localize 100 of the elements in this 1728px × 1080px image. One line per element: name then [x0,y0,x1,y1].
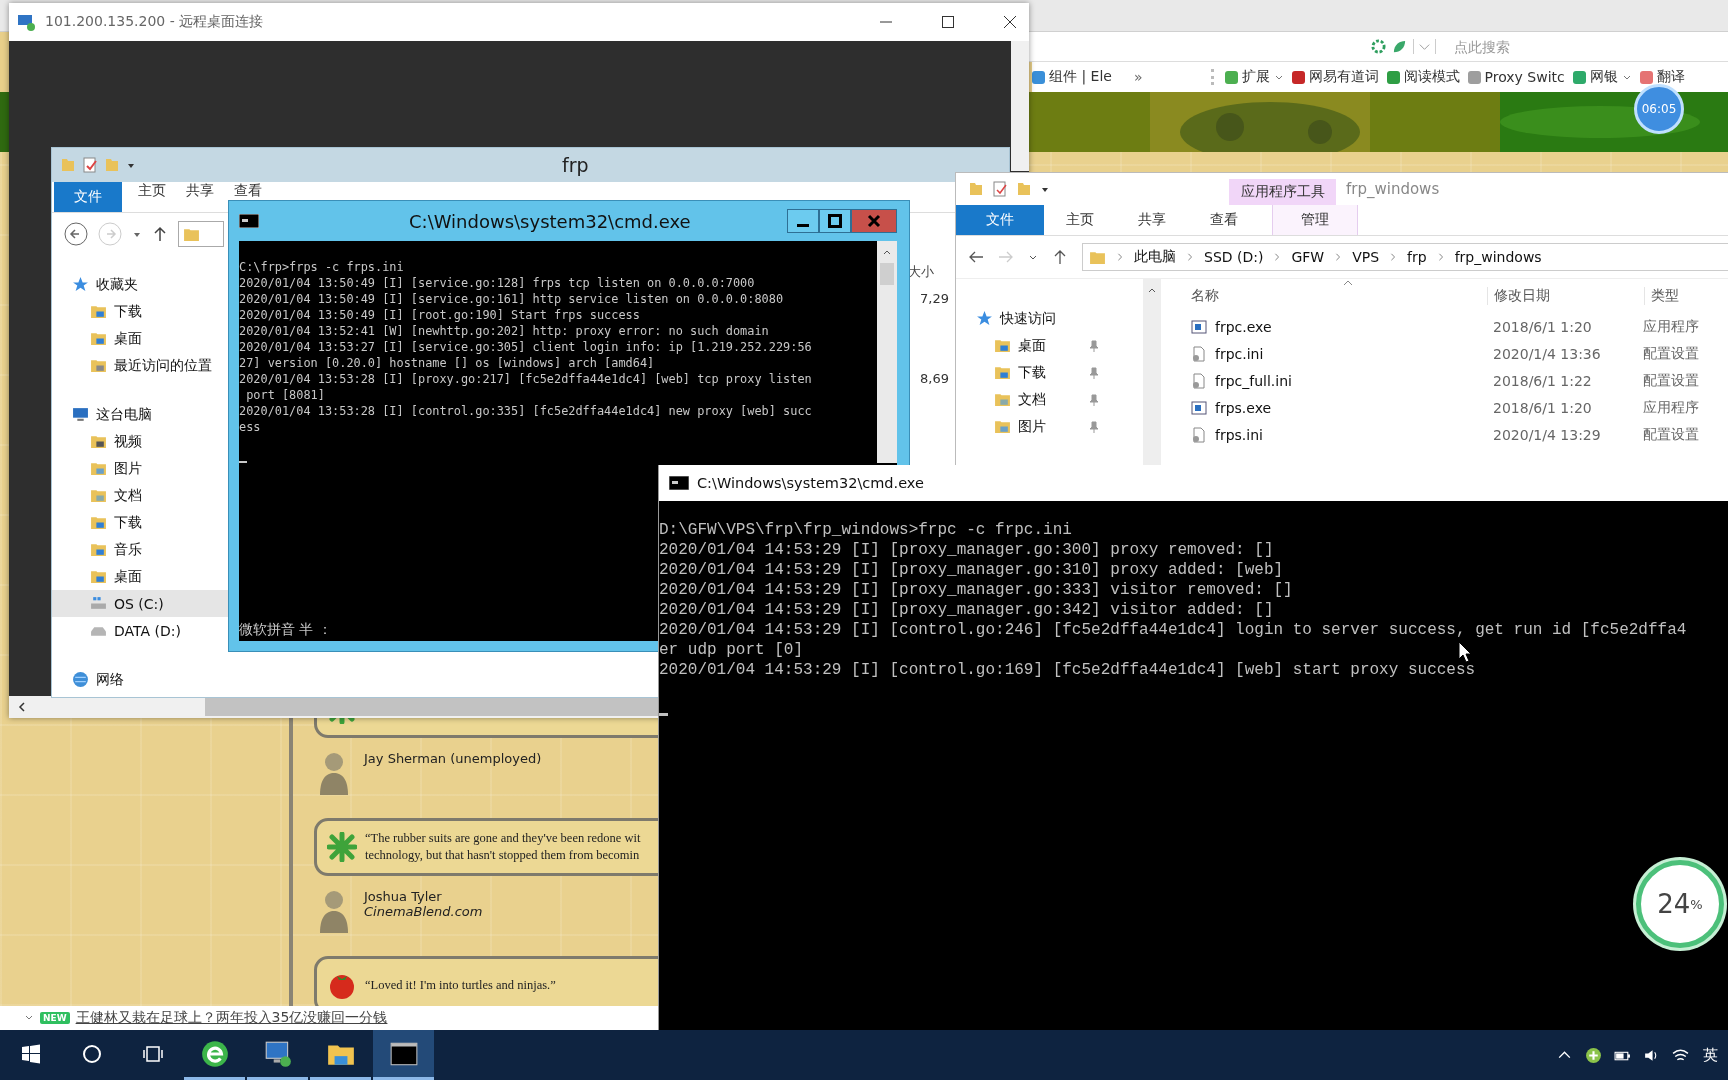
circle-icon [81,1043,102,1064]
ribbon-tab[interactable]: 共享 [1116,205,1188,235]
pin-icon[interactable] [1088,393,1100,406]
ribbon-tab[interactable]: 查看 [1188,205,1260,235]
close-icon[interactable] [1003,15,1017,29]
up-arrow-icon[interactable] [1052,249,1068,265]
mouse-cursor-icon [1458,641,1472,663]
file-name[interactable]: frpc.ini [1191,345,1493,362]
nav-item[interactable]: 文档 [956,386,1161,413]
breadcrumb[interactable]: frp_windows [1454,249,1542,265]
up-arrow-icon[interactable] [152,226,168,242]
maximize-button[interactable] [819,209,851,233]
file-name[interactable]: frps.ini [1191,426,1493,443]
column-header[interactable]: 修改日期 [1487,287,1644,305]
nav-item[interactable]: 最近访问的位置 [52,352,228,379]
folder-icon [994,391,1011,408]
address-bar[interactable]: 此电脑 SSD (D:) GFW VPS frp frp_windows [1082,243,1728,271]
date-cell-text: 2018/6/1 1:20 [1493,399,1593,416]
bookmark[interactable]: 网银 [1572,68,1632,86]
nav-item[interactable]: 快速访问 [956,305,1161,332]
breadcrumb[interactable]: SSD (D:) [1204,249,1264,265]
pin-icon[interactable] [1088,366,1100,379]
nav-item[interactable]: 网络 [52,666,228,693]
nav-item[interactable]: 视频 [52,428,228,455]
leaf-icon[interactable] [1392,39,1407,54]
pin-icon[interactable] [1088,339,1100,352]
browser-icon [199,1038,230,1069]
nav-item[interactable]: 图片 [956,413,1161,440]
bookmark[interactable]: 阅读模式 [1386,68,1460,86]
breadcrumb[interactable]: 此电脑 [1134,248,1176,266]
nav-item[interactable]: 收藏夹 [52,271,228,298]
nav-item[interactable]: 这台电脑 [52,401,228,428]
shield-plus-icon[interactable] [1585,1046,1602,1064]
windows-logo-icon [20,1043,41,1064]
news-headline[interactable]: 王健林又栽在足球上？两年投入35亿没赚回一分钱 [75,1009,388,1027]
scroll-thumb[interactable] [880,263,894,285]
nav-item[interactable]: 桌面 [956,332,1161,359]
date-cell-text: 2020/1/4 13:36 [1493,345,1602,362]
back-arrow-icon[interactable] [968,249,984,265]
date-cell-text: 2018/6/1 1:22 [1493,372,1593,389]
input-method-indicator[interactable]: 英 [1703,1045,1718,1065]
window-title: 101.200.135.200 - 远程桌面连接 [45,13,264,31]
splat-icon [327,832,357,862]
nav-item[interactable]: 音乐 [52,536,228,563]
folder-icon [994,364,1011,381]
ribbon-tab[interactable]: 共享 [176,182,224,200]
minimize-button[interactable] [787,209,819,233]
console-line: C:\frp>frps -c frps.ini [239,259,405,275]
nav-item[interactable]: 下载 [52,509,228,536]
author-name: Joshua Tyler [364,889,443,904]
breadcrumb[interactable]: frp [1407,249,1427,265]
ribbon-tab[interactable]: 管理 [1272,205,1358,235]
ribbon-tab[interactable]: 主页 [128,182,176,200]
vertical-scrollbar[interactable] [1143,279,1161,467]
file-name[interactable]: frpc_full.ini [1191,372,1493,389]
column-header[interactable]: 名称 [1191,287,1487,305]
bookmark[interactable]: 网易有道词 [1291,68,1379,86]
close-button[interactable] [851,209,897,233]
back-icon[interactable] [64,222,88,246]
console-line: 2020/01/04 13:53:28 [I] [control.go:335] [fc5e2dffa44e1dc4] new proxy [web] succ [239,403,813,419]
breadcrumb[interactable]: VPS [1352,249,1380,265]
maximize-icon[interactable] [941,15,955,29]
properties-icon[interactable] [82,157,98,173]
nav-item[interactable]: 下载 [956,359,1161,386]
new-badge: NEW [40,1012,70,1024]
sort-caret-icon[interactable] [1343,280,1353,286]
ribbon-tab[interactable]: 主页 [1044,205,1116,235]
bookmark[interactable]: 翻译 [1639,68,1685,86]
ime-status: 微软拼音 半 ： [239,621,332,639]
pin-icon[interactable] [1088,420,1100,433]
taskbar-button[interactable] [373,1030,434,1080]
nav-item[interactable]: OS (C:) [52,590,228,617]
bookmark[interactable]: 扩展 [1224,68,1284,86]
column-header[interactable]: 类型 [1644,287,1679,305]
ribbon-tab[interactable]: 查看 [224,182,272,200]
vertical-scrollbar[interactable] [1011,41,1029,171]
nav-item[interactable]: 图片 [52,455,228,482]
overflow-chevron[interactable]: » [1133,69,1143,85]
ribbon-tab[interactable]: 文件 [54,182,122,212]
nav-item[interactable]: 文档 [52,482,228,509]
bookmark[interactable]: Proxy Switc [1467,69,1565,85]
console-line: 2020/01/04 13:53:27 [I] [service.go:305] client login info: ip [1.219.252.229:56 [239,339,813,355]
shutter-icon[interactable] [1371,39,1386,54]
vertical-scrollbar[interactable] [877,241,897,463]
file-name[interactable]: frpc.exe [1191,318,1493,335]
properties-icon[interactable] [992,181,1008,197]
type-cell: 应用程序 [1643,398,1699,417]
folder-icon [994,337,1011,354]
bookmark[interactable]: 组件 | Ele [1032,68,1112,86]
breadcrumb[interactable]: GFW [1291,249,1325,265]
ribbon-tab[interactable]: 文件 [956,205,1044,235]
quote-text: “The rubber suits are gone and they've been redone wit technology, but that hasn't stopped them from becomin [365,830,641,864]
nav-item[interactable]: 桌面 [52,325,228,352]
nav-item[interactable]: 桌面 [52,563,228,590]
nav-item[interactable]: DATA (D:) [52,617,228,644]
chevron-icon [1389,252,1398,262]
chevron-icon [1334,252,1343,262]
type-cell: 配置设置 [1643,371,1699,390]
file-name[interactable]: frps.exe [1191,399,1493,416]
nav-item[interactable]: 下载 [52,298,228,325]
